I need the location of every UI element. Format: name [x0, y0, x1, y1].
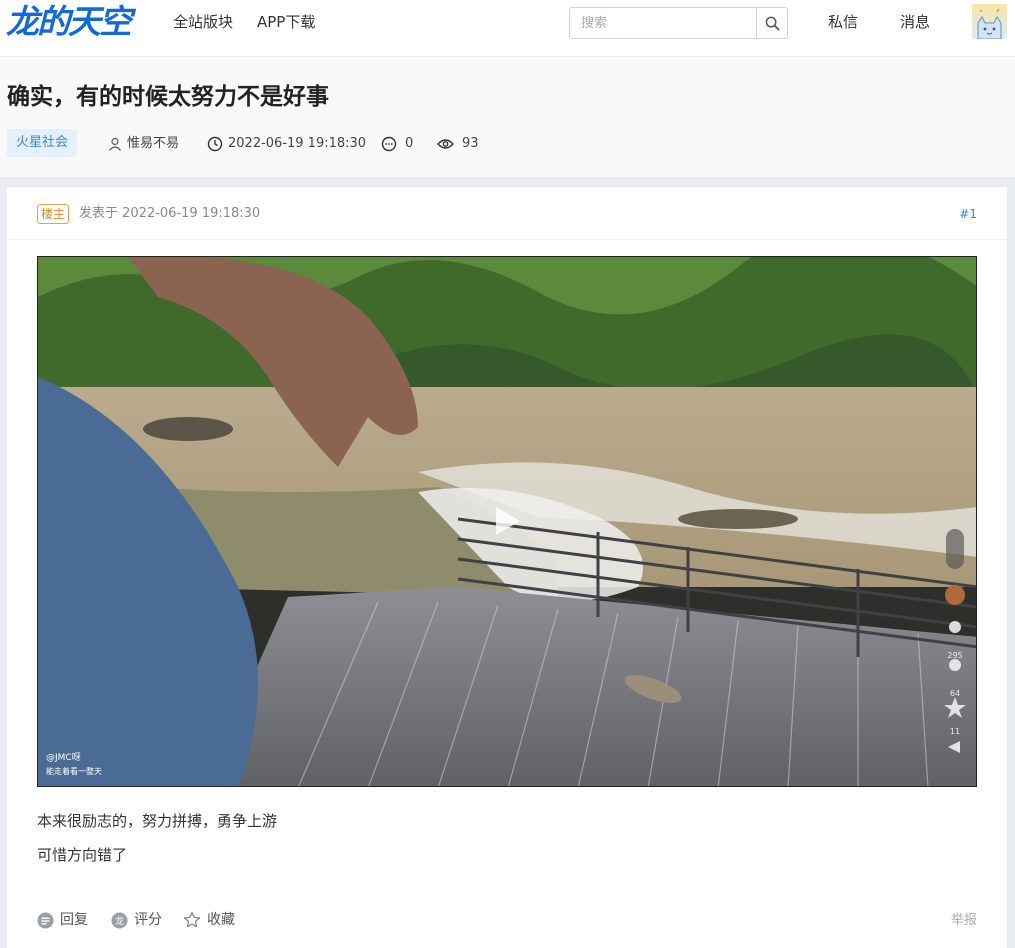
- thread-datetime: 2022-06-19 19:18:30: [228, 136, 367, 151]
- video-side-counts: 295 64 11: [943, 637, 967, 751]
- post-body-line-1: 本来很励志的，努力拼搏，勇争上游: [37, 812, 278, 830]
- favorite-label: 收藏: [207, 912, 235, 928]
- search-input[interactable]: [570, 8, 757, 38]
- post-video[interactable]: 295 64 11 @JMC呀 能走着看一整天: [37, 256, 977, 787]
- reply-icon: [37, 912, 54, 928]
- clock-icon: [207, 136, 223, 152]
- rate-button[interactable]: 龙 评分: [111, 910, 162, 930]
- author-meta[interactable]: 惟易不易: [108, 135, 179, 153]
- post-header: 楼主 发表于 2022-06-19 19:18:30 #1: [7, 187, 1007, 240]
- owner-badge: 楼主: [37, 204, 70, 224]
- author-name: 惟易不易: [127, 136, 180, 151]
- star-icon: [183, 911, 201, 928]
- post-card: 楼主 发表于 2022-06-19 19:18:30 #1 295 64 11 …: [7, 187, 1007, 948]
- private-messages-link[interactable]: 私信: [828, 12, 858, 32]
- search-button[interactable]: [756, 8, 787, 38]
- video-handle: @JMC呀: [46, 753, 81, 763]
- post-body-line-2: 可惜方向错了: [37, 846, 128, 864]
- user-icon: [109, 137, 121, 151]
- notifications-link[interactable]: 消息: [900, 12, 930, 32]
- post-time: 发表于 2022-06-19 19:18:30: [79, 206, 261, 221]
- comment-icon: [381, 136, 397, 152]
- eye-icon: [437, 139, 454, 149]
- favorite-button[interactable]: 收藏: [183, 910, 235, 930]
- top-nav-bar: 龙的天空 全站版块 APP下载 私信 消息: [0, 0, 1015, 56]
- favorite-count-video: 11: [949, 727, 961, 736]
- like-count: 295: [947, 651, 963, 660]
- thread-title: 确实，有的时候太努力不是好事: [7, 84, 329, 110]
- comment-count: 0: [405, 136, 414, 151]
- rate-icon: 龙: [111, 912, 128, 928]
- svg-text:龙: 龙: [115, 915, 124, 927]
- search-icon: [765, 16, 779, 30]
- views-meta: 93: [437, 135, 479, 153]
- comments-meta: 0: [381, 135, 413, 153]
- nav-app-download[interactable]: APP下载: [257, 12, 315, 32]
- view-count: 93: [462, 136, 479, 151]
- search-box: [569, 7, 788, 39]
- reply-label: 回复: [60, 912, 88, 928]
- site-logo[interactable]: 龙的天空: [6, 2, 132, 42]
- rate-label: 评分: [134, 912, 162, 928]
- comment-count-video: 64: [949, 689, 961, 698]
- datetime-meta: 2022-06-19 19:18:30: [207, 135, 366, 153]
- board-tag[interactable]: 火星社会: [7, 129, 78, 157]
- thread-header: 确实，有的时候太努力不是好事 火星社会 惟易不易 2022-06-19 19:1…: [0, 56, 1015, 177]
- avatar-cat-icon: [977, 8, 1002, 39]
- nav-all-boards[interactable]: 全站版块: [173, 12, 233, 32]
- user-avatar[interactable]: [972, 4, 1007, 39]
- video-caption: 能走着看一整天: [46, 767, 102, 776]
- reply-button[interactable]: 回复: [37, 910, 88, 930]
- floor-link[interactable]: #1: [959, 205, 977, 223]
- video-frame-illustration: [38, 257, 976, 786]
- report-link[interactable]: 举报: [951, 912, 977, 930]
